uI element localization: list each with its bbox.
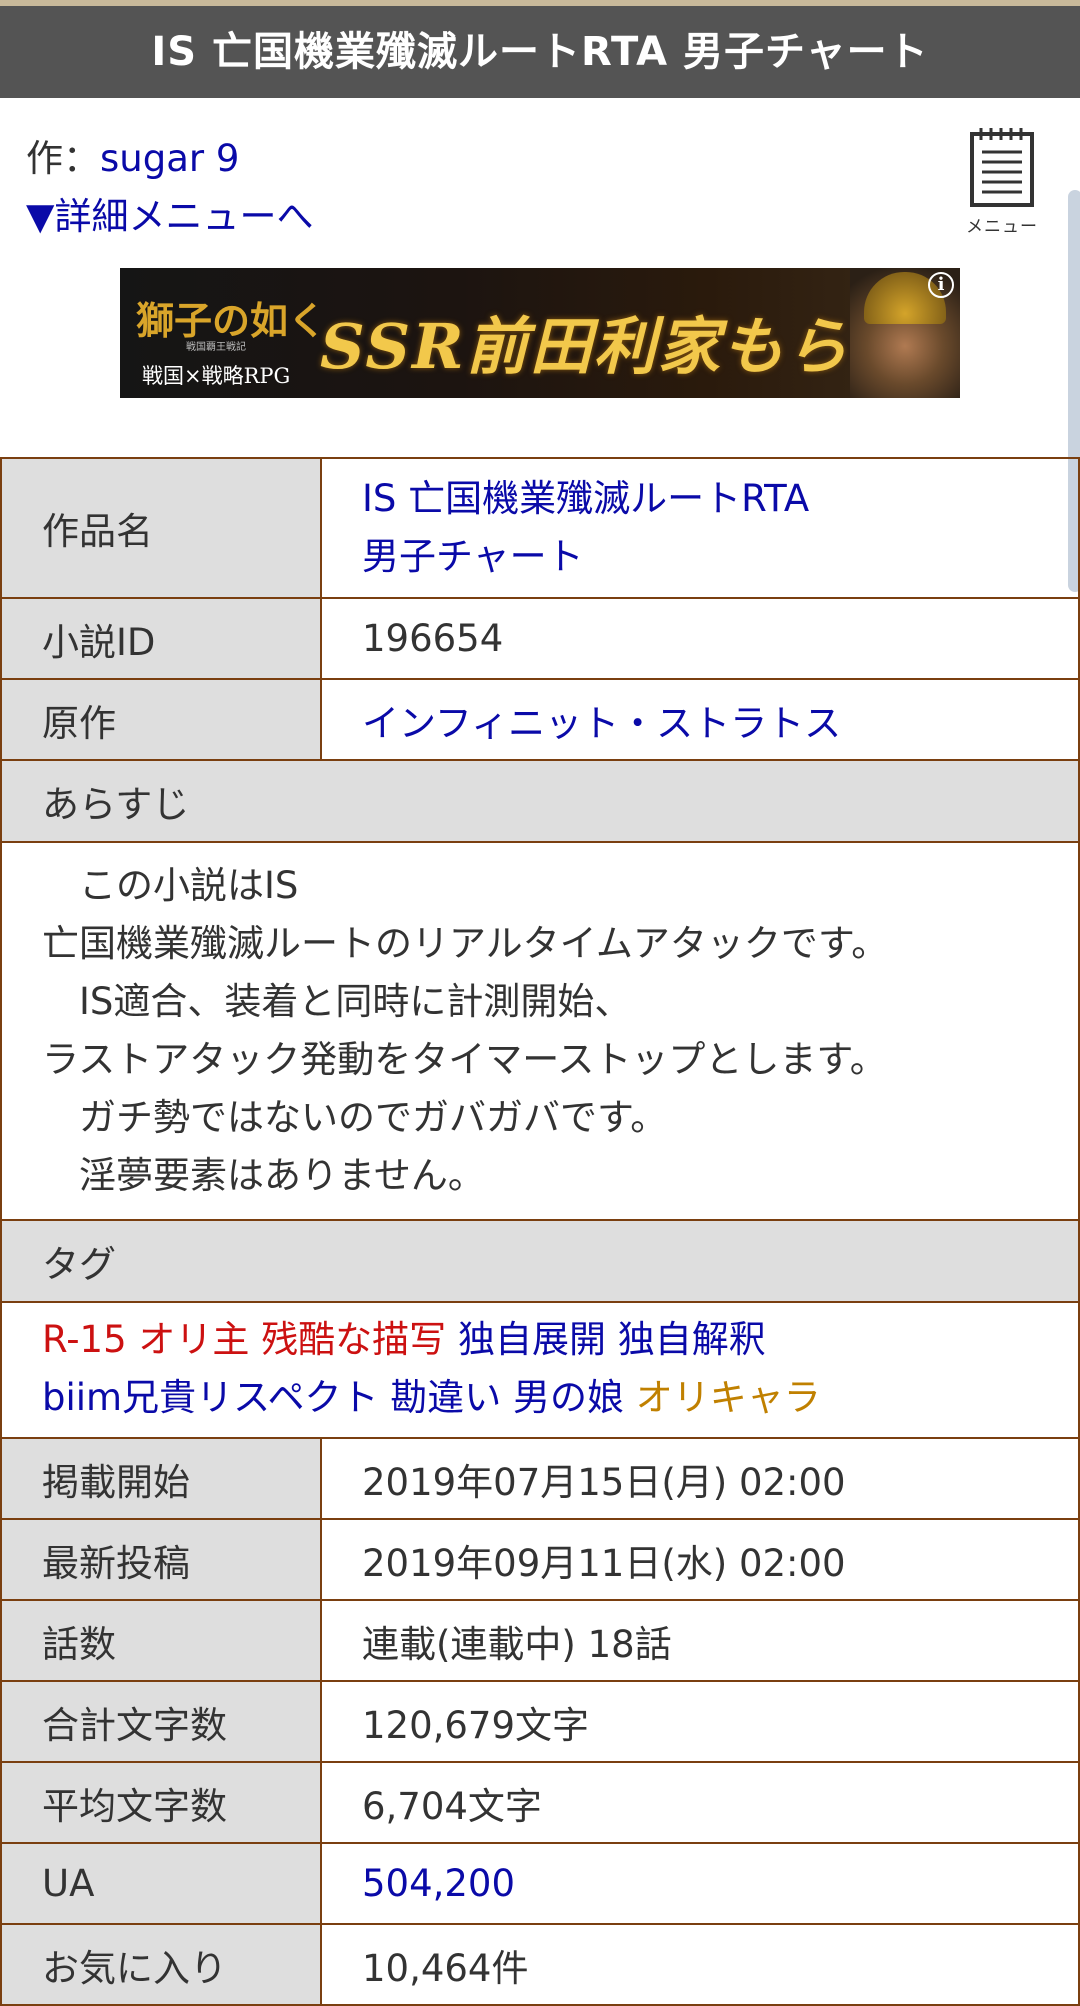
original-link[interactable]: インフィニット・ストラトス [362,702,841,745]
avg-chars-value: 6,704文字 [320,1761,1080,1844]
latest-value: 2019年09月11日(水) 02:00 [320,1518,1080,1601]
row-avg-chars: 平均文字数 6,704文字 [0,1761,1080,1844]
synopsis-line: 淫夢要素はありません。 [42,1154,485,1197]
row-latest: 最新投稿 2019年09月11日(水) 02:00 [0,1518,1080,1601]
title-value: IS 亡国機業殲滅ルートRTA 男子チャート [320,457,1080,599]
title-line-1: IS 亡国機業殲滅ルートRTA [362,477,810,520]
ad-banner[interactable]: 獅子の如く 戦国覇王戦記 戦国×戦略RPG SSR前田利家もらえる i [120,268,960,398]
author-link[interactable]: sugar 9 [100,137,239,180]
title-label: 作品名 [0,457,322,599]
info-icon[interactable]: i [928,272,954,298]
id-label: 小説ID [0,597,322,680]
row-original: 原作 インフィニット・ストラトス [0,678,1080,761]
synopsis-line: ラストアタック発動をタイマーストップとします。 [42,1038,887,1081]
ua-value: 504,200 [320,1842,1080,1925]
row-tags-header: タグ [0,1219,1080,1303]
title-line-2: 男子チャート [362,535,584,578]
author-prefix: 作： [26,137,100,180]
row-episodes: 話数 連載(連載中) 18話 [0,1599,1080,1682]
row-synopsis-header: あらすじ [0,759,1080,843]
latest-label: 最新投稿 [0,1518,322,1601]
original-value: インフィニット・ストラトス [320,678,1080,761]
page-title: IS 亡国機業殲滅ルートRTA 男子チャート [0,6,1080,98]
synopsis-line: 亡国機業殲滅ルートのリアルタイムアタックです。 [42,922,889,965]
synopsis-line: IS適合、装着と同時に計測開始、 [42,980,632,1023]
notepad-icon [970,128,1034,207]
tag-otokonoko[interactable]: 男の娘 [513,1376,624,1419]
total-chars-value: 120,679文字 [320,1680,1080,1763]
tag-biim[interactable]: biim兄貴リスペクト [42,1376,379,1419]
row-synopsis: この小説はIS 亡国機業殲滅ルートのリアルタイムアタックです。 IS適合、装着と… [0,841,1080,1221]
total-chars-label: 合計文字数 [0,1680,322,1763]
ad-genre: 戦国×戦略RPG [142,364,291,388]
tag-orichara[interactable]: オリキャラ [636,1376,821,1419]
start-label: 掲載開始 [0,1437,322,1520]
tag-dokuji-tenkai[interactable]: 独自展開 [458,1318,606,1361]
ad-logo-sub: 戦国覇王戦記 [186,342,246,353]
ua-label: UA [0,1842,322,1925]
row-start: 掲載開始 2019年07月15日(月) 02:00 [0,1437,1080,1520]
tag-zankoku[interactable]: 残酷な描写 [261,1318,446,1361]
row-ua: UA 504,200 [0,1842,1080,1925]
favorites-value: 10,464件 [320,1923,1080,2006]
synopsis-line: ガチ勢ではないのでガバガバです。 [42,1096,668,1139]
row-title: 作品名 IS 亡国機業殲滅ルートRTA 男子チャート [0,457,1080,599]
menu-button[interactable]: メニュー [960,126,1044,238]
tags-label: タグ [0,1219,1080,1303]
row-tags: R-15 オリ主 残酷な描写 独自展開 独自解釈 biim兄貴リスペクト 勘違い… [0,1301,1080,1439]
tag-r15[interactable]: R-15 [42,1318,127,1361]
author-line: 作：sugar 9 [26,128,239,182]
start-value: 2019年07月15日(月) 02:00 [320,1437,1080,1520]
avg-chars-label: 平均文字数 [0,1761,322,1844]
synopsis-label: あらすじ [0,759,1080,843]
tag-dokuji-kaishaku[interactable]: 独自解釈 [618,1318,766,1361]
row-id: 小説ID 196654 [0,597,1080,680]
title-link[interactable]: IS 亡国機業殲滅ルートRTA 男子チャート [362,477,809,578]
favorites-label: お気に入り [0,1923,322,2006]
menu-label: メニュー [966,217,1038,237]
detail-menu-link[interactable]: ▼詳細メニューへ [26,186,313,240]
episodes-label: 話数 [0,1599,322,1682]
original-label: 原作 [0,678,322,761]
ad-logo: 獅子の如く [136,298,327,343]
synopsis-text: この小説はIS 亡国機業殲滅ルートのリアルタイムアタックです。 IS適合、装着と… [0,841,1080,1221]
ua-link[interactable]: 504,200 [362,1862,515,1905]
row-favorites: お気に入り 10,464件 [0,1923,1080,2006]
episodes-value: 連載(連載中) 18話 [320,1599,1080,1682]
tag-orishu[interactable]: オリ主 [138,1318,249,1361]
tag-kanchigai[interactable]: 勘違い [390,1376,501,1419]
synopsis-line: この小説はIS [42,864,299,907]
row-total-chars: 合計文字数 120,679文字 [0,1680,1080,1763]
tags-list: R-15 オリ主 残酷な描写 独自展開 独自解釈 biim兄貴リスペクト 勘違い… [0,1301,1080,1439]
novel-info-table: 作品名 IS 亡国機業殲滅ルートRTA 男子チャート 小説ID 196654 原作… [0,457,1080,2006]
id-value: 196654 [320,597,1080,680]
